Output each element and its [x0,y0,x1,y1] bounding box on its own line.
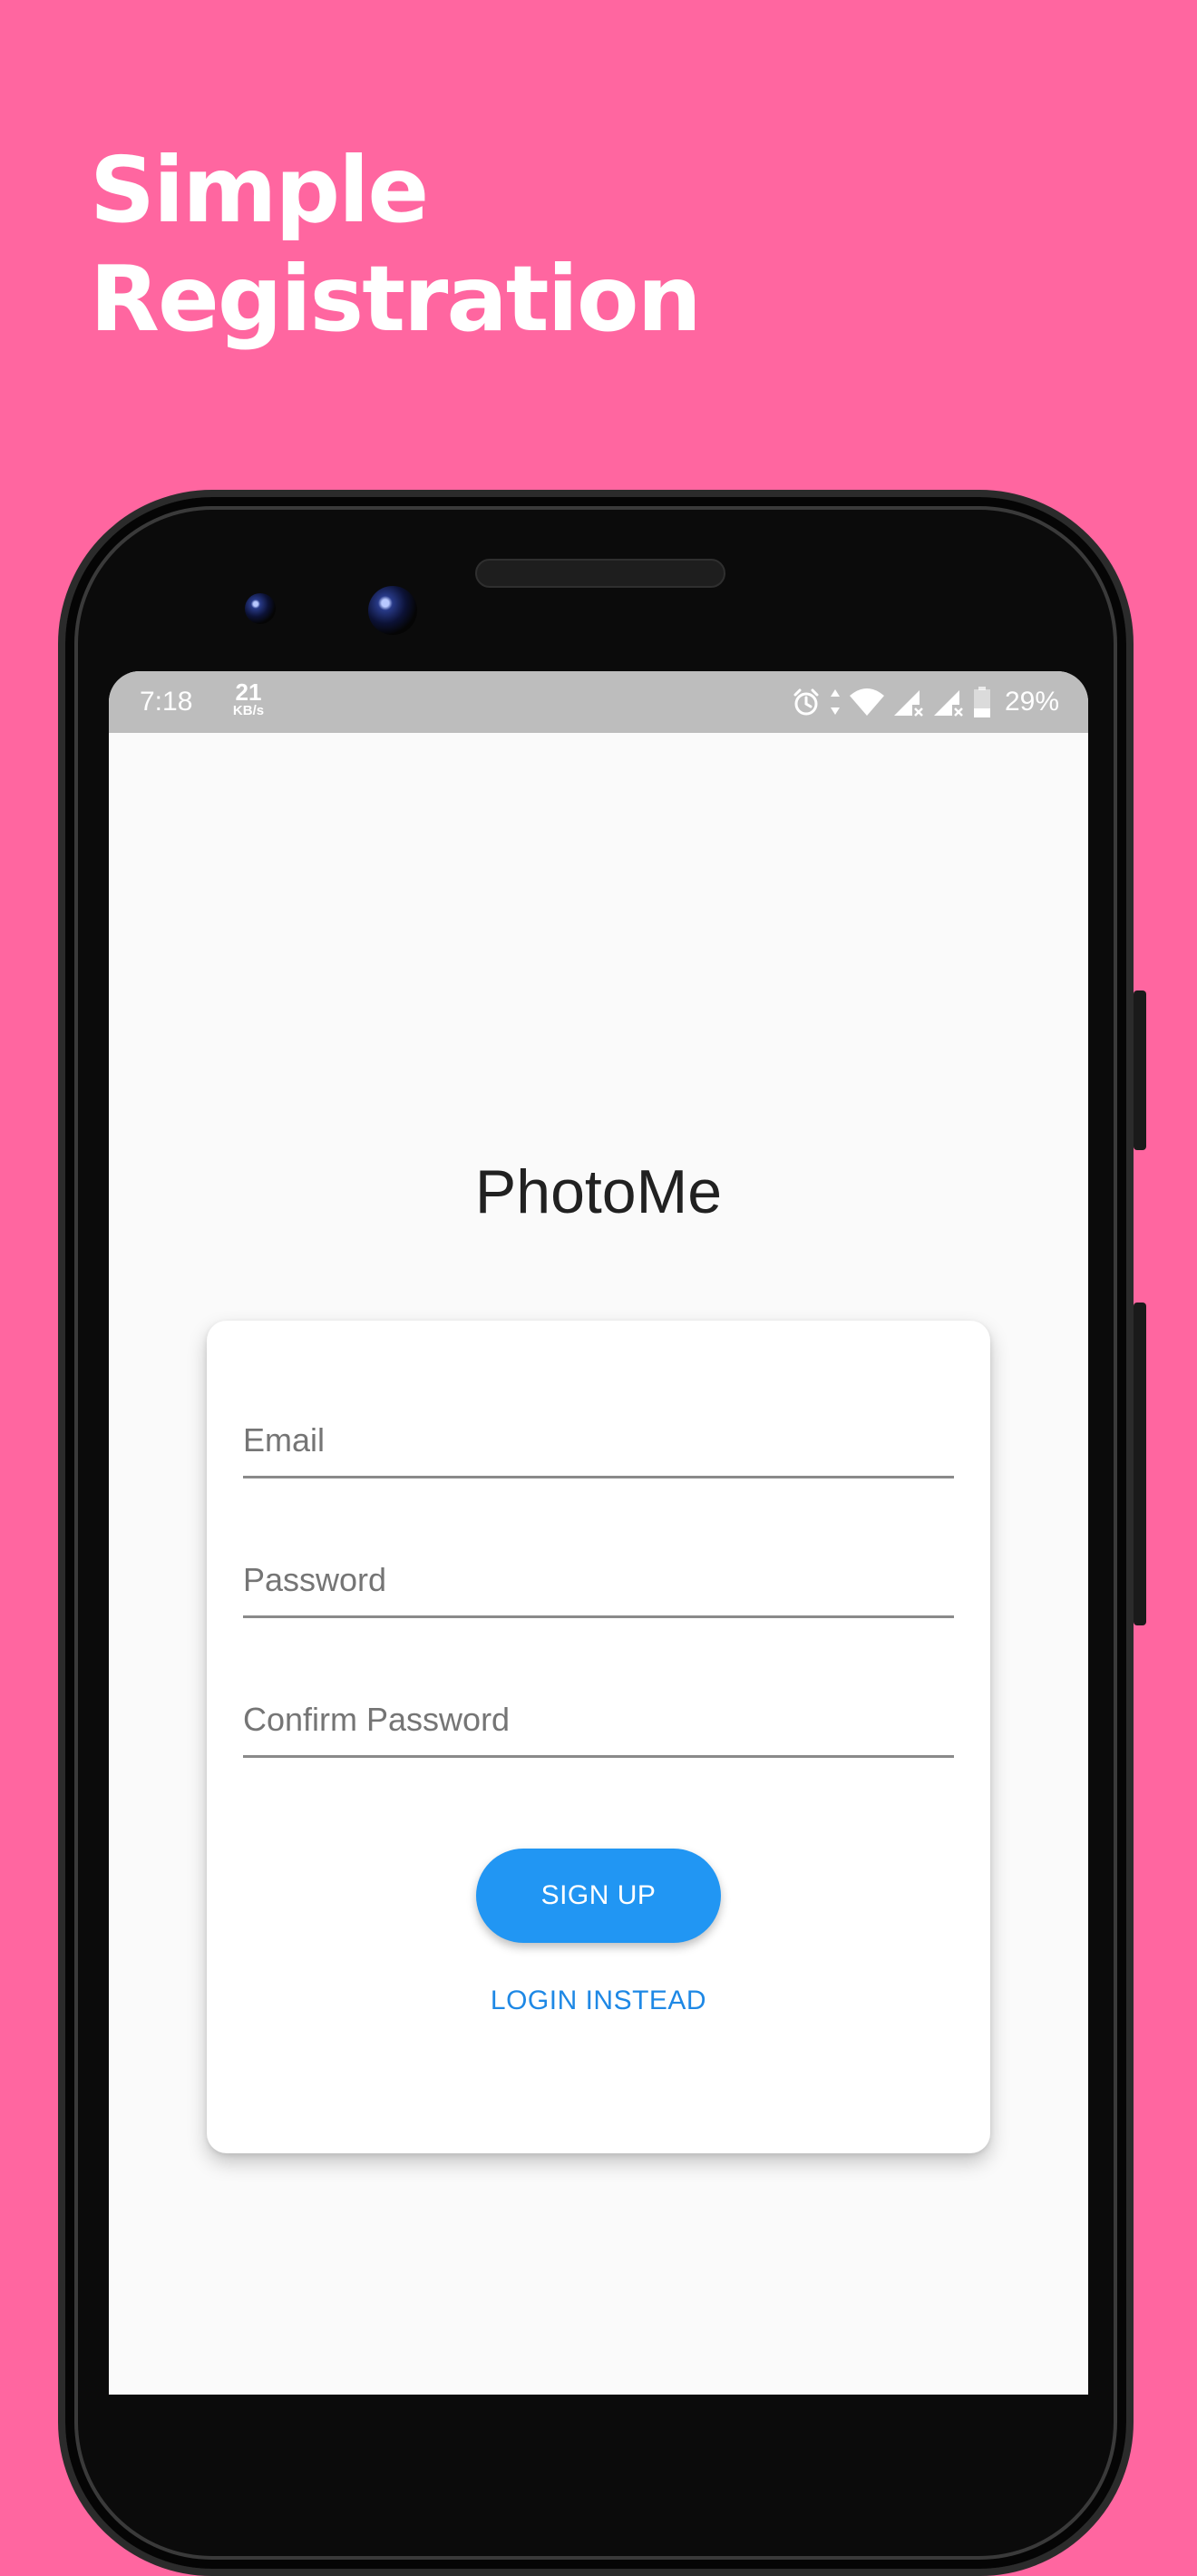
password-input[interactable] [243,1546,954,1615]
front-sensor [245,593,276,624]
login-instead-link[interactable]: LOGIN INSTEAD [417,1976,780,2026]
signup-card: SIGN UP LOGIN INSTEAD [207,1321,990,2153]
wifi-icon [849,687,885,717]
cellular-no-signal-icon [892,687,925,717]
network-speed: 21 KB/s [221,680,276,718]
sign-up-button[interactable]: SIGN UP [476,1849,721,1943]
confirm-password-input[interactable] [243,1685,954,1754]
battery-percent: 29% [1004,687,1059,717]
app-title: PhotoMe [474,1157,723,1226]
status-bar: 7:18 21 KB/s 29% [109,671,1088,733]
promo-headline: Simple Registration [90,136,815,354]
cellular-no-signal-icon [932,687,965,717]
network-speed-unit: KB/s [232,703,265,718]
alarm-icon [791,687,822,717]
promo-headline-line-1: Simple [90,137,429,243]
password-field[interactable] [243,1546,954,1618]
network-speed-value: 21 [235,678,262,706]
data-transfer-icon [829,687,842,717]
volume-button [1134,990,1146,1150]
speaker-grill [475,559,725,588]
status-icons: 29% [791,682,1059,722]
status-time: 7:18 [140,687,193,717]
promo-headline-line-2: Registration [90,246,702,352]
phone-screen: 7:18 21 KB/s 29% PhotoMe Email SIGN UP L… [109,671,1088,2395]
battery-icon [972,686,992,718]
email-input[interactable] [243,1406,954,1475]
front-camera [368,586,417,635]
power-button [1134,1303,1146,1625]
confirm-password-field[interactable] [243,1685,954,1758]
email-field[interactable] [243,1406,954,1478]
